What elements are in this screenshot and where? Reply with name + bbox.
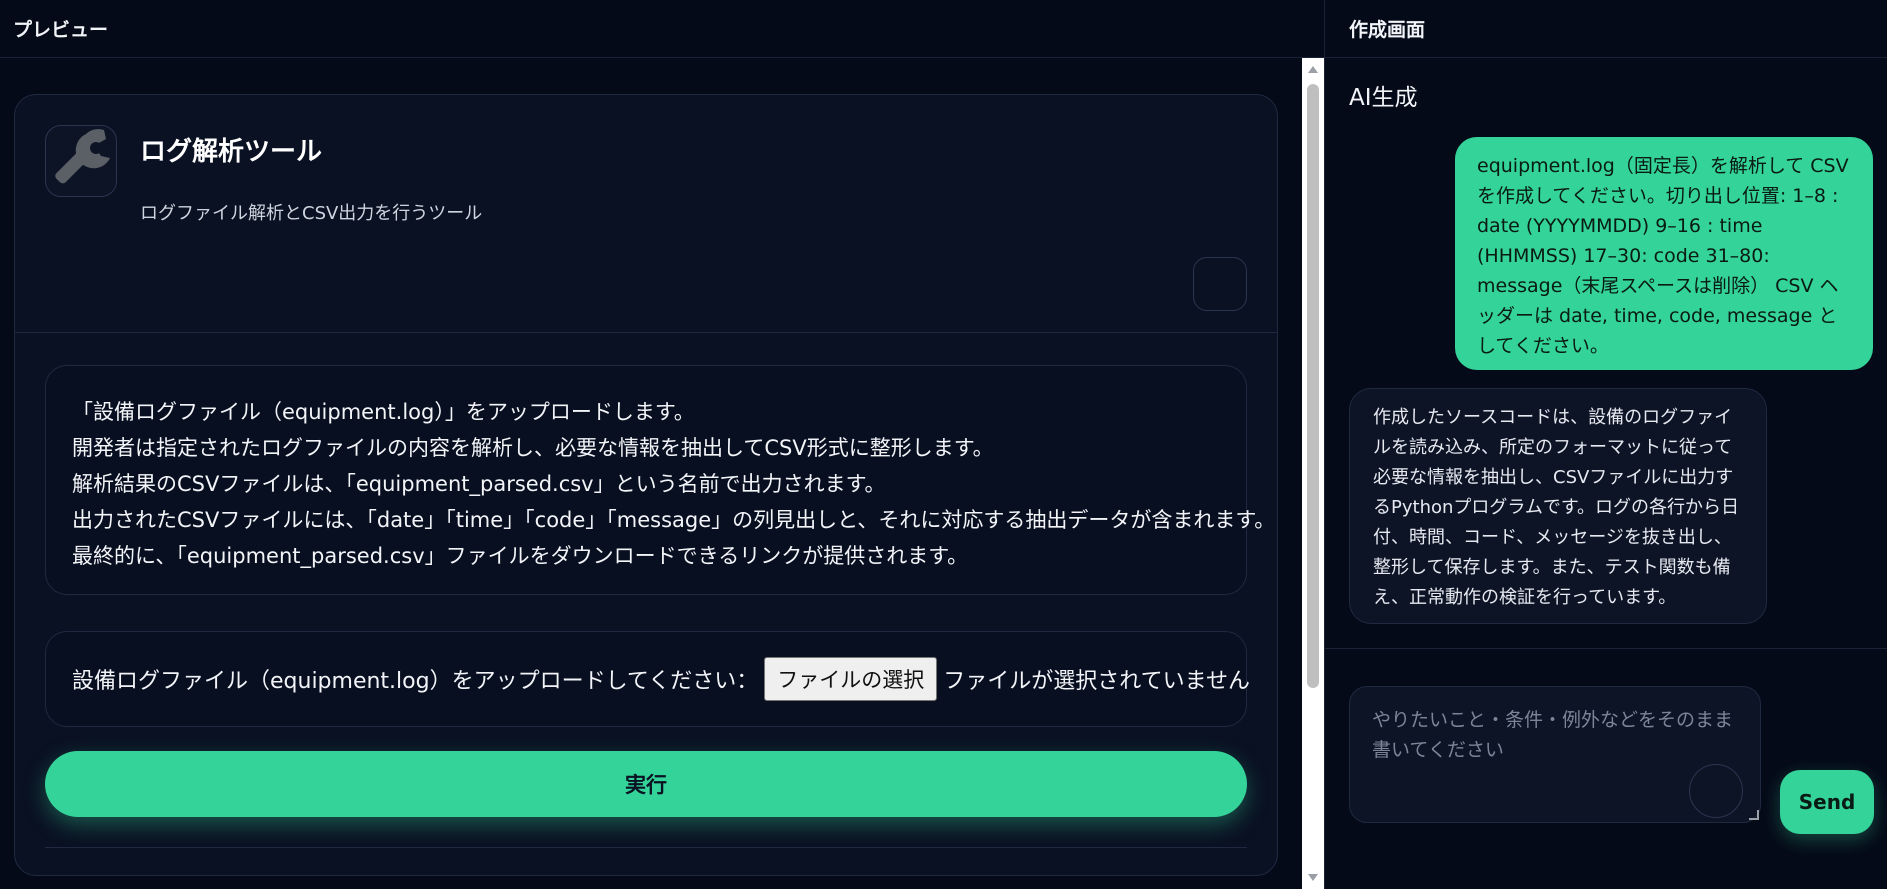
instruction-line: 出力されたCSVファイルには、「date」「time」「code」「messag…	[72, 508, 1276, 532]
tool-header: ログ解析ツール ログファイル解析とCSV出力を行うツール	[15, 95, 1277, 333]
ai-section-title: AI生成	[1349, 85, 1418, 111]
user-message: equipment.log（固定長）を解析して CSV を作成してください。切り…	[1455, 137, 1873, 370]
preview-pane: プレビュー ログ解析ツール ログファイル解析とCSV出力を行うツール 「設備ログ…	[0, 0, 1325, 889]
create-header: 作成画面	[1325, 0, 1887, 58]
instruction-line: 解析結果のCSVファイルは、「equipment_parsed.csv」という名…	[72, 472, 886, 496]
file-select-button[interactable]: ファイルの選択	[764, 657, 938, 701]
scroll-thumb[interactable]	[1307, 84, 1319, 688]
run-button[interactable]: 実行	[45, 751, 1247, 817]
preview-scrollbar[interactable]	[1302, 58, 1324, 889]
scroll-up-icon[interactable]	[1308, 66, 1318, 73]
instruction-line: 最終的に、「equipment_parsed.csv」ファイルをダウンロードでき…	[72, 544, 969, 568]
create-pane: 作成画面 AI生成 equipment.log（固定長）を解析して CSV を作…	[1325, 0, 1887, 889]
chat-divider	[1325, 648, 1887, 649]
instructions-box: 「設備ログファイル（equipment.log）」をアップロードします。 開発者…	[45, 365, 1276, 595]
resize-grip-icon[interactable]	[1749, 810, 1759, 820]
upload-label: 設備ログファイル（equipment.log）をアップロードしてください：	[72, 669, 759, 694]
tool-option-button[interactable]	[1193, 257, 1247, 311]
scroll-down-icon[interactable]	[1308, 874, 1318, 881]
preview-scroll-area[interactable]: ログ解析ツール ログファイル解析とCSV出力を行うツール 「設備ログファイル（e…	[0, 58, 1302, 889]
tool-card: ログ解析ツール ログファイル解析とCSV出力を行うツール 「設備ログファイル（e…	[14, 94, 1278, 876]
preview-header: プレビュー	[0, 0, 1324, 58]
wrench-icon	[45, 125, 117, 197]
send-button[interactable]: Send	[1780, 770, 1874, 834]
instruction-line: 開発者は指定されたログファイルの内容を解析し、必要な情報を抽出してCSV形式に整…	[72, 436, 994, 460]
file-status: ファイルが選択されていません	[943, 669, 1250, 694]
tool-title: ログ解析ツール	[140, 137, 323, 167]
ai-message: 作成したソースコードは、設備のログファイルを読み込み、所定のフォーマットに従って…	[1349, 388, 1767, 624]
card-divider	[45, 847, 1247, 848]
voice-input-button[interactable]	[1689, 764, 1743, 818]
instruction-line: 「設備ログファイル（equipment.log）」をアップロードします。	[72, 400, 695, 424]
app-root: プレビュー ログ解析ツール ログファイル解析とCSV出力を行うツール 「設備ログ…	[0, 0, 1887, 889]
tool-description: ログファイル解析とCSV出力を行うツール	[140, 203, 483, 224]
upload-box: 設備ログファイル（equipment.log）をアップロードしてください： ファ…	[45, 631, 1250, 727]
